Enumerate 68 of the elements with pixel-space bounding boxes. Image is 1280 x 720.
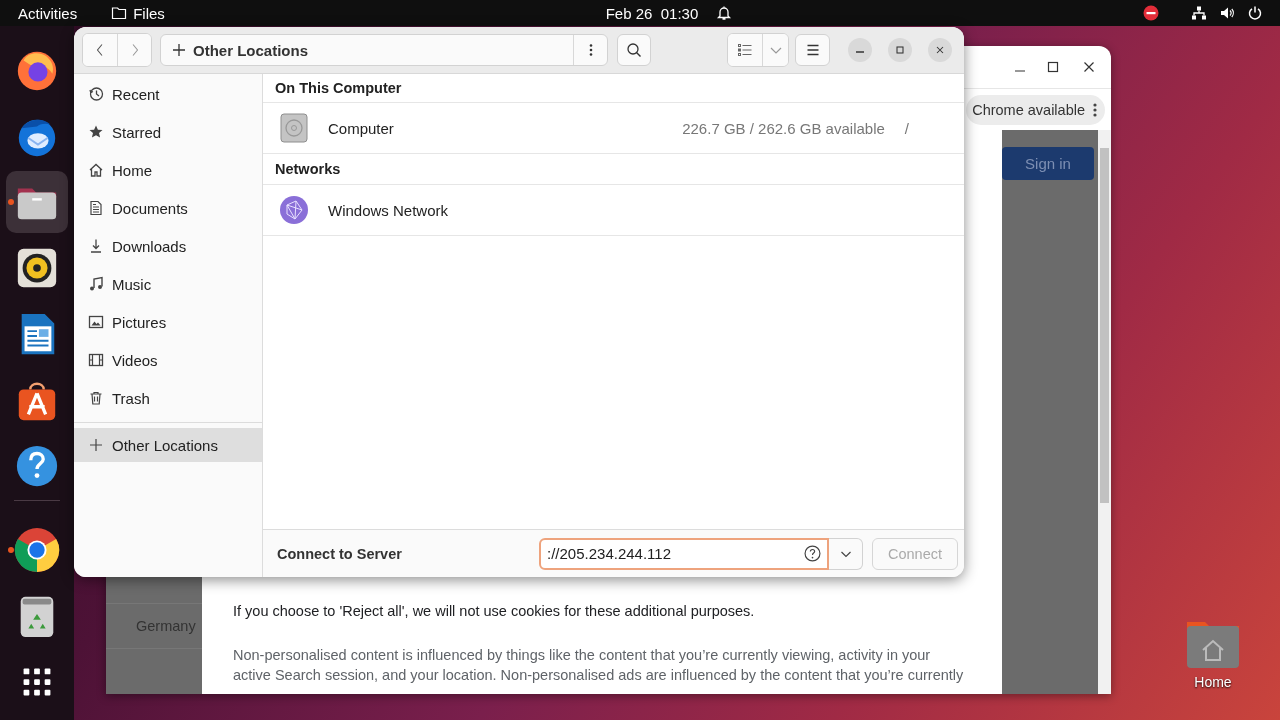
sign-in-button[interactable]: Sign in	[1002, 147, 1094, 180]
paragraph: If you choose to 'Reject all', we will not use cookies for these additional purposes.	[233, 602, 756, 621]
mount-path: /	[904, 119, 909, 137]
disk-usage: 226.7 GB / 262.6 GB available	[682, 119, 885, 137]
sidebar-item[interactable]: Home	[74, 151, 262, 189]
sidebar-item[interactable]: Starred	[74, 113, 262, 151]
sidebar-item[interactable]: Recent	[74, 75, 262, 113]
image-icon	[88, 314, 104, 330]
more-icon	[588, 42, 593, 58]
section-header: Networks	[263, 154, 964, 185]
sidebar-item[interactable]: Other Locations	[74, 428, 262, 462]
maximize-icon	[894, 44, 906, 56]
folder-icon	[111, 5, 128, 21]
location-row[interactable]: Windows Network	[263, 185, 964, 236]
home-folder-label: Home	[1194, 674, 1232, 690]
network-globe-icon	[279, 195, 309, 225]
download-icon	[88, 238, 104, 254]
plus-icon	[171, 42, 187, 58]
star-icon	[88, 124, 104, 140]
plus-icon	[88, 437, 104, 453]
home-icon	[88, 162, 104, 178]
minimize-icon	[856, 51, 864, 53]
close-icon	[934, 44, 946, 56]
network-icon[interactable]	[1191, 5, 1207, 21]
dock-button[interactable]	[6, 171, 68, 233]
maximize-icon[interactable]	[1045, 59, 1061, 75]
minimize-button[interactable]	[848, 38, 872, 62]
sidebar-item[interactable]: Music	[74, 265, 262, 303]
sidebar-item[interactable]: Videos	[74, 341, 262, 379]
section-header: On This Computer	[263, 74, 964, 103]
film-icon	[88, 352, 104, 368]
circle-logo-icon	[14, 527, 60, 573]
document-icon	[88, 200, 104, 216]
app-menu-button[interactable]: Files	[103, 1, 173, 25]
sidebar-item[interactable]: Downloads	[74, 227, 262, 265]
scrollbar[interactable]	[1098, 130, 1111, 694]
sidebar-item[interactable]: Documents	[74, 189, 262, 227]
maximize-button[interactable]	[888, 38, 912, 62]
location-name: Computer	[328, 119, 395, 137]
location-label: Other Locations	[193, 41, 309, 59]
drive-icon	[279, 113, 309, 143]
power-icon[interactable]	[1247, 5, 1263, 21]
path-bar[interactable]: Other Locations	[160, 34, 608, 66]
search-button[interactable]	[617, 34, 651, 66]
list-icon	[737, 42, 753, 58]
activities-button[interactable]: Activities	[10, 1, 86, 25]
clock-icon	[88, 86, 104, 102]
trash-icon	[88, 390, 104, 406]
paragraph: Non-personalised content is influenced by things like the content that you’re currently viewing, activity in your active Search session, and your location. Non-personalised ads are influenced by the content that you’re currently	[233, 646, 965, 685]
close-button[interactable]	[928, 38, 952, 62]
search-icon	[626, 42, 642, 58]
server-address-field[interactable]: ://205.234.244.112	[539, 537, 829, 570]
do-not-disturb-icon[interactable]	[1143, 5, 1159, 21]
home-folder-icon[interactable]	[1185, 620, 1241, 668]
sidebar-item[interactable]: Pictures	[74, 303, 262, 341]
menu-button[interactable]	[795, 34, 830, 66]
music-note-icon	[88, 276, 104, 292]
location-row[interactable]: Computer 226.7 GB / 262.6 GB available /	[263, 103, 964, 154]
update-chip[interactable]: Chrome available	[966, 94, 1105, 125]
location-name: Windows Network	[328, 201, 450, 219]
bell-icon	[716, 5, 733, 21]
more-icon	[1093, 101, 1097, 118]
clock-button[interactable]: Feb 26 01:30	[597, 1, 741, 25]
volume-icon[interactable]	[1219, 5, 1235, 21]
help-icon	[14, 443, 60, 489]
sidebar-item[interactable]: Trash	[74, 379, 262, 417]
help-icon[interactable]	[804, 545, 821, 562]
connect-label: Connect to Server	[277, 545, 402, 562]
